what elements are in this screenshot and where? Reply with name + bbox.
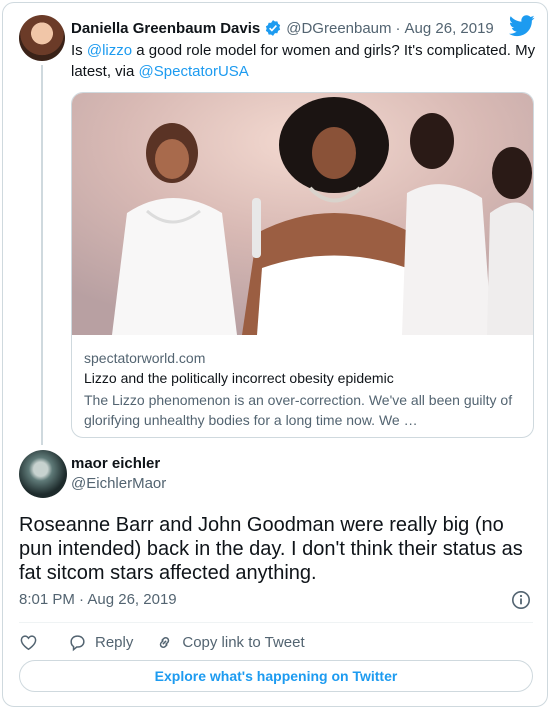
mention-spectatorusa[interactable]: @SpectatorUSA xyxy=(139,63,249,80)
article-photo xyxy=(72,93,533,335)
timestamp-separator: · xyxy=(79,591,85,608)
mention-lizzo[interactable]: @lizzo xyxy=(87,42,132,59)
reply-tweet-text: Roseanne Barr and John Goodman were real… xyxy=(19,514,523,584)
reply-author-avatar[interactable] xyxy=(19,450,67,498)
info-icon[interactable] xyxy=(511,590,531,610)
reply-date: Aug 26, 2019 xyxy=(87,591,177,608)
heart-icon xyxy=(20,634,37,650)
reply-bubble-icon xyxy=(70,634,85,651)
parent-tweet[interactable]: Daniella Greenbaum Davis @DGreenbaum · A… xyxy=(3,3,549,448)
reply-label: Reply xyxy=(95,633,134,651)
twitter-bird-icon[interactable] xyxy=(509,15,535,37)
parent-author-avatar[interactable] xyxy=(19,15,65,61)
parent-author-handle[interactable]: @DGreenbaum xyxy=(286,20,391,37)
copy-link-button[interactable]: Copy link to Tweet xyxy=(155,633,305,652)
parent-tweet-date[interactable]: Aug 26, 2019 xyxy=(405,20,494,37)
link-preview-card[interactable]: spectatorworld.com Lizzo and the politic… xyxy=(71,92,534,438)
link-icon xyxy=(160,636,170,648)
reply-author-handle[interactable]: @EichlerMaor xyxy=(71,475,166,492)
tweet-actions: Reply Copy link to Tweet xyxy=(19,630,327,654)
parent-tweet-header: Daniella Greenbaum Davis @DGreenbaum · A… xyxy=(71,17,531,39)
like-button[interactable] xyxy=(19,633,46,652)
reply-time: 8:01 PM xyxy=(19,591,75,608)
parent-author-name[interactable]: Daniella Greenbaum Davis xyxy=(71,20,260,37)
parent-tweet-text: Is @lizzo a good role model for women an… xyxy=(71,40,536,82)
copy-link-label: Copy link to Tweet xyxy=(182,633,305,651)
reply-author-name[interactable]: maor eichler xyxy=(71,455,160,472)
text-segment: Is xyxy=(71,42,87,59)
tweet-embed-card: Daniella Greenbaum Davis @DGreenbaum · A… xyxy=(2,2,548,707)
reply-timestamp[interactable]: 8:01 PM · Aug 26, 2019 xyxy=(19,591,177,608)
reply-button[interactable]: Reply xyxy=(68,633,133,652)
link-title: Lizzo and the politically incorrect obes… xyxy=(84,370,394,386)
link-domain: spectatorworld.com xyxy=(84,350,206,366)
header-separator: · xyxy=(395,19,401,37)
thread-line xyxy=(41,65,43,445)
link-description: The Lizzo phenomenon is an over-correcti… xyxy=(84,392,513,428)
verified-badge-icon xyxy=(266,20,281,36)
divider xyxy=(19,622,533,623)
explore-twitter-button[interactable]: Explore what's happening on Twitter xyxy=(19,660,533,692)
